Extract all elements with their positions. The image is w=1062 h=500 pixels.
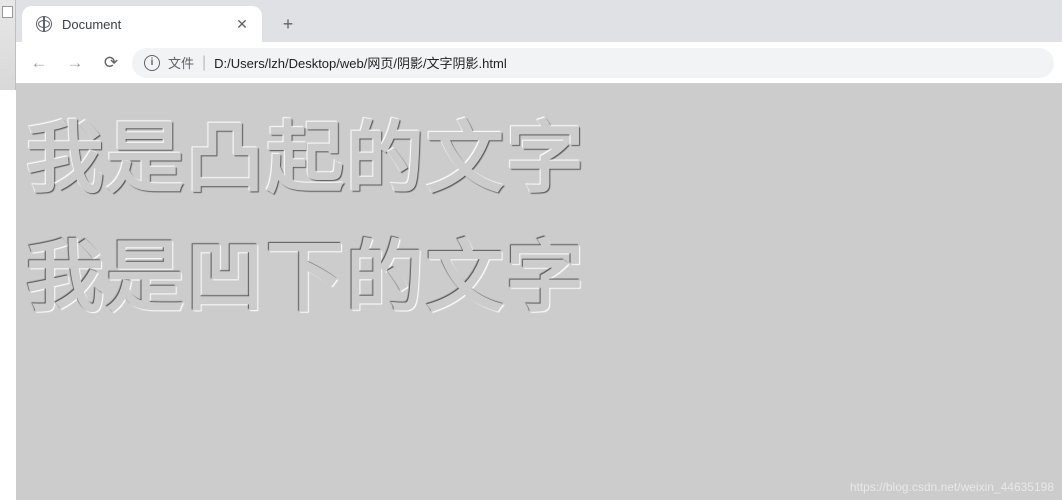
raised-text: 我是凸起的文字	[26, 108, 1052, 209]
reload-button[interactable]: ⟳	[96, 48, 126, 78]
forward-button[interactable]: →	[60, 48, 90, 78]
address-url: D:/Users/lzh/Desktop/web/网页/阴影/文字阴影.html	[214, 53, 507, 72]
close-tab-button[interactable]: ✕	[234, 16, 250, 32]
globe-icon	[36, 16, 52, 32]
address-prefix: 文件	[168, 53, 194, 72]
address-separator: |	[202, 54, 206, 72]
new-tab-button[interactable]: +	[274, 10, 302, 38]
tab-title: Document	[62, 17, 224, 32]
tab-strip: Document ✕ +	[16, 0, 1062, 42]
back-button[interactable]: ←	[24, 48, 54, 78]
address-bar[interactable]: i 文件 | D:/Users/lzh/Desktop/web/网页/阴影/文字…	[132, 48, 1054, 78]
watermark-text: https://blog.csdn.net/weixin_44635198	[850, 480, 1054, 494]
browser-toolbar: ← → ⟳ i 文件 | D:/Users/lzh/Desktop/web/网页…	[16, 42, 1062, 84]
page-viewport: 我是凸起的文字 我是凹下的文字 https://blog.csdn.net/we…	[16, 84, 1062, 500]
sunken-text: 我是凹下的文字	[26, 227, 1052, 328]
browser-tab[interactable]: Document ✕	[22, 6, 262, 42]
other-window-edge	[0, 0, 16, 90]
info-icon[interactable]: i	[144, 55, 160, 71]
